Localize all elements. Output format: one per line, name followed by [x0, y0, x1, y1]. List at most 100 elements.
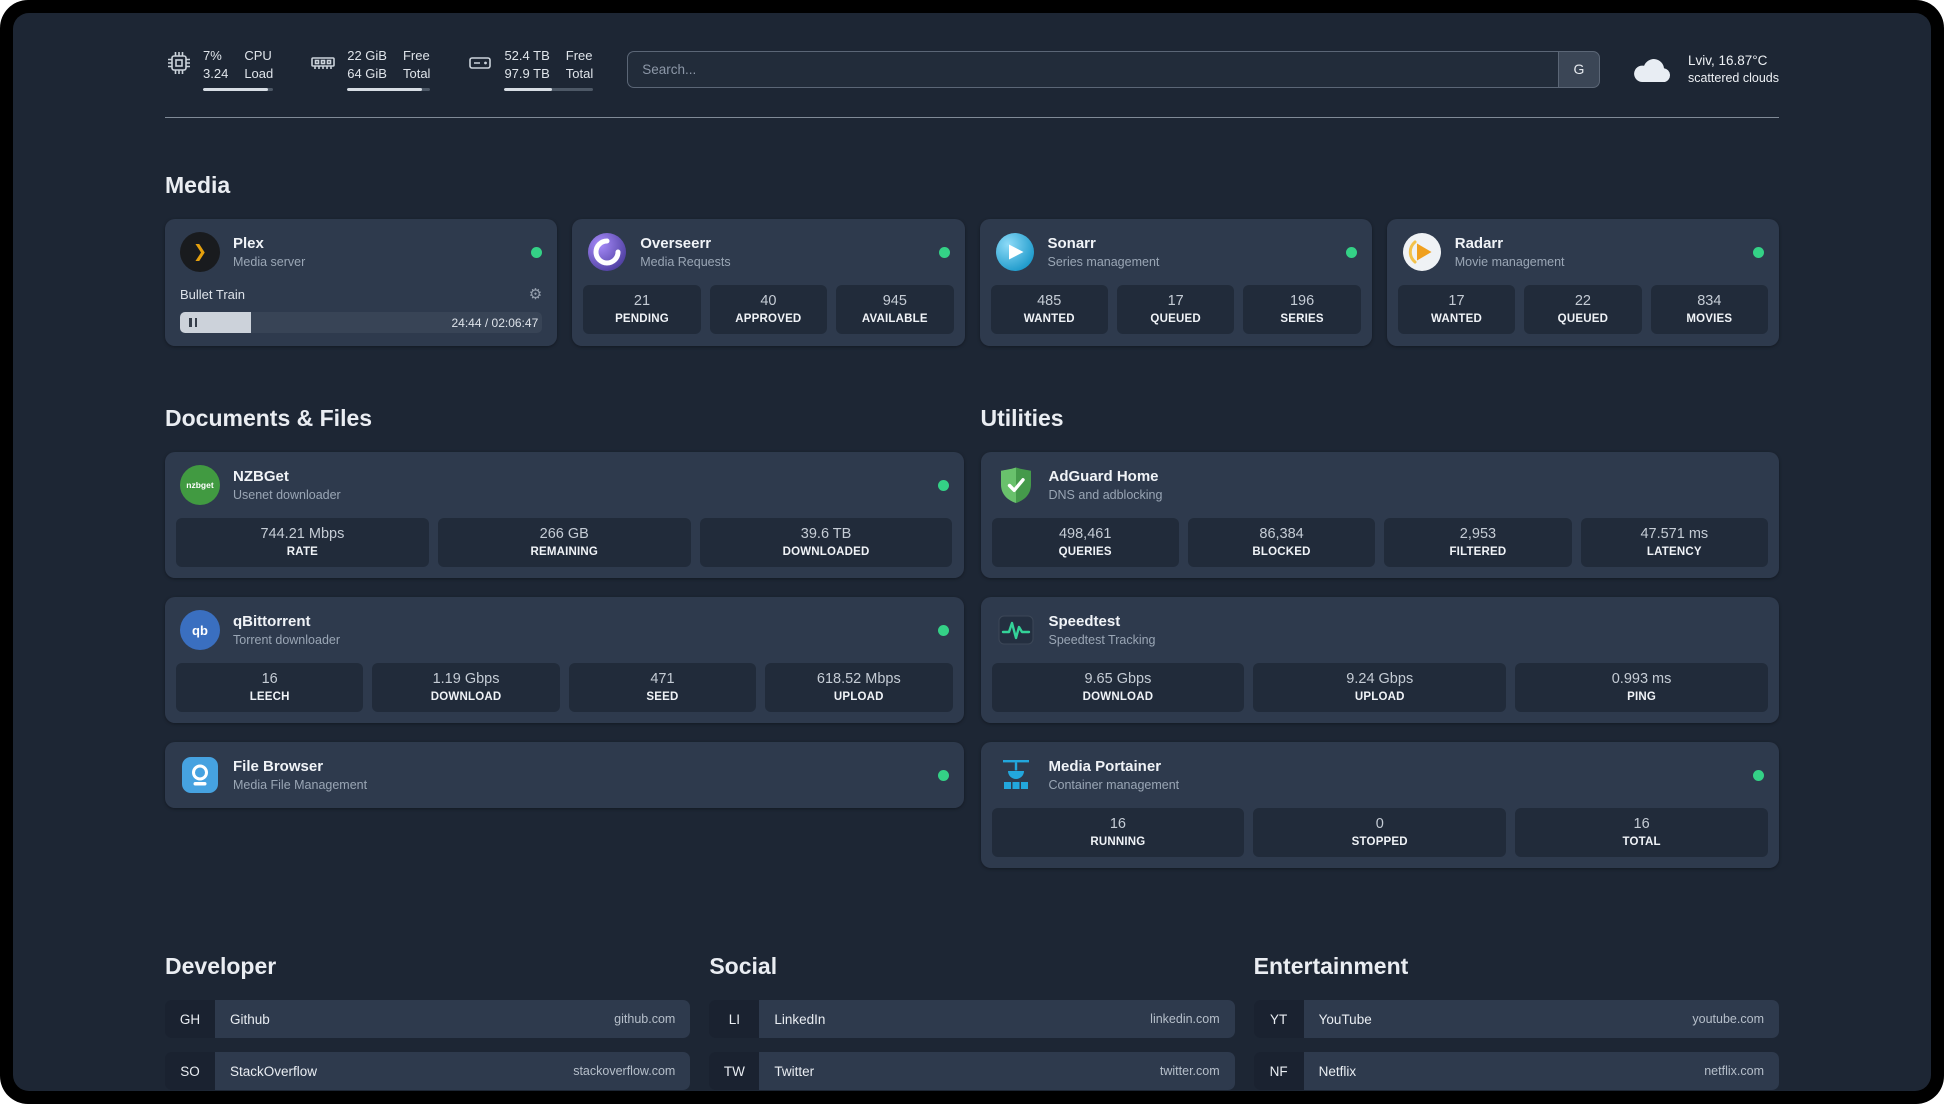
bookmark-abbr: LI [709, 1000, 760, 1039]
stat-label: QUERIES [1058, 546, 1112, 559]
stat-block: 1.19 Gbps DOWNLOAD [372, 663, 560, 713]
weather-location-temp: Lviv, 16.87°C [1687, 53, 1768, 69]
nzbget-icon-label: nzbget [186, 480, 214, 491]
stat-block: 196 SERIES [1243, 285, 1361, 335]
stat-block: 471 SEED [568, 663, 757, 713]
stat-value: 618.52 Mbps [816, 671, 901, 688]
stat-label: PENDING [615, 313, 669, 326]
playback-progress-track: 24:44 / 02:06:47 [180, 312, 543, 334]
stat-block: 945 AVAILABLE [836, 285, 954, 335]
stat-value: 196 [1289, 293, 1315, 310]
weather-widget: Lviv, 16.87°C scattered clouds [1630, 53, 1779, 86]
service-card-filebrowser[interactable]: File Browser Media File Management [165, 742, 964, 809]
service-card-plex[interactable]: ❯ Plex Media server Bullet Train ⚙ 24:44… [165, 219, 558, 347]
stat-block: 39.6 TB DOWNLOADED [699, 518, 953, 568]
memory-total-value: 64 GiB [347, 66, 387, 82]
stat-label: REMAINING [530, 546, 599, 559]
stat-block: 47.571 ms LATENCY [1580, 518, 1768, 568]
radarr-icon [1402, 232, 1442, 272]
stat-block: 16 LEECH [176, 663, 364, 713]
qbittorrent-icon-label: qb [192, 622, 208, 638]
service-card-qbittorrent[interactable]: qb qBittorrent Torrent downloader 16 LEE… [165, 597, 964, 724]
bookmark-group-title: Social [709, 953, 778, 980]
pause-icon[interactable] [189, 318, 197, 328]
service-card-radarr[interactable]: Radarr Movie management 17 WANTED 22 QUE… [1386, 219, 1779, 347]
stat-label: DOWNLOAD [430, 691, 502, 704]
stat-value: 21 [633, 293, 651, 310]
bookmark-group-title: Entertainment [1253, 953, 1409, 980]
stat-label: SERIES [1280, 313, 1324, 326]
search-provider-button[interactable]: G [1557, 50, 1600, 88]
service-card-portainer[interactable]: Media Portainer Container management 16 … [980, 742, 1779, 869]
stat-label: WANTED [1023, 313, 1075, 326]
service-name: NZBGet [233, 468, 289, 486]
stat-block: 618.52 Mbps UPLOAD [765, 663, 953, 713]
disk-free-label: Free [565, 48, 593, 63]
status-dot-online [937, 769, 949, 781]
bookmark-abbr: NF [1253, 1052, 1304, 1091]
stat-block: 9.65 Gbps DOWNLOAD [991, 663, 1245, 713]
resource-widgets: 7% 3.24 CPU Load 22 GiB 64 GiB Free Tota… [165, 47, 594, 92]
service-name: Media Portainer [1048, 758, 1162, 776]
stat-label: MOVIES [1686, 313, 1733, 326]
stat-block: 16 TOTAL [1515, 808, 1768, 858]
stat-block: 0.993 ms PING [1515, 663, 1768, 713]
stat-label: LATENCY [1646, 546, 1702, 559]
stat-label: SEED [646, 691, 679, 704]
bookmarks-section: Developer GH Github github.com SO StackO… [165, 953, 1779, 1091]
bookmark-abbr: YT [1253, 1000, 1304, 1039]
filebrowser-icon [180, 755, 220, 795]
service-name: Plex [233, 235, 264, 253]
bookmark-linkedin[interactable]: LI LinkedIn linkedin.com [709, 1000, 1235, 1039]
stat-value: 2,953 [1459, 526, 1497, 543]
stat-label: QUEUED [1557, 313, 1609, 326]
nzbget-icon: nzbget [180, 465, 220, 506]
stat-value: 47.571 ms [1640, 526, 1709, 543]
cpu-progress-bar [203, 88, 274, 92]
cpu-load-value: 3.24 [203, 66, 229, 82]
memory-icon [309, 49, 337, 77]
topbar-divider [165, 117, 1779, 119]
service-desc: Speedtest Tracking [1048, 633, 1156, 648]
search-bar: G [627, 50, 1600, 88]
service-desc: Container management [1048, 778, 1180, 793]
stat-value: 22 [1574, 293, 1591, 310]
gear-icon[interactable]: ⚙ [529, 285, 542, 303]
stat-value: 16 [1109, 816, 1126, 833]
stat-block: 16 RUNNING [991, 808, 1245, 858]
stat-block: 22 QUEUED [1524, 285, 1642, 335]
bookmark-stackoverflow[interactable]: SO StackOverflow stackoverflow.com [165, 1052, 691, 1091]
playback-progress-fill [180, 312, 251, 334]
plex-chevron-glyph: ❯ [192, 242, 208, 262]
service-name: Overseerr [640, 235, 712, 253]
bookmark-url: youtube.com [1692, 1012, 1764, 1027]
bookmark-youtube[interactable]: YT YouTube youtube.com [1253, 1000, 1779, 1039]
service-card-adguard[interactable]: AdGuard Home DNS and adblocking 498,461 … [980, 452, 1779, 579]
bookmark-url: stackoverflow.com [573, 1064, 676, 1079]
plex-icon: ❯ [180, 232, 220, 273]
stat-value: 9.65 Gbps [1084, 671, 1152, 688]
bookmark-twitter[interactable]: TW Twitter twitter.com [709, 1052, 1235, 1091]
status-dot-online [1753, 769, 1764, 781]
service-card-overseerr[interactable]: Overseerr Media Requests 21 PENDING 40 A… [572, 219, 965, 347]
disk-total-value: 97.9 TB [504, 66, 550, 82]
service-card-nzbget[interactable]: nzbget NZBGet Usenet downloader 744.21 M… [165, 452, 964, 579]
stat-label: TOTAL [1622, 836, 1661, 849]
bookmark-abbr: SO [165, 1052, 215, 1091]
bookmark-url: github.com [614, 1012, 676, 1027]
bookmark-url: linkedin.com [1150, 1012, 1220, 1027]
service-card-sonarr[interactable]: Sonarr Series management 485 WANTED 17 Q… [979, 219, 1372, 347]
bookmark-github[interactable]: GH Github github.com [165, 1000, 691, 1039]
stat-block: 21 PENDING [583, 285, 701, 335]
stat-value: 266 GB [539, 526, 589, 543]
dashboard: 7% 3.24 CPU Load 22 GiB 64 GiB Free Tota… [13, 13, 1931, 1091]
stat-value: 9.24 Gbps [1346, 671, 1414, 688]
stat-block: 834 MOVIES [1650, 285, 1769, 335]
stat-value: 17 [1448, 293, 1465, 310]
search-input[interactable] [627, 50, 1558, 88]
stat-block: 744.21 Mbps RATE [176, 518, 429, 568]
bookmark-netflix[interactable]: NF Netflix netflix.com [1253, 1052, 1779, 1091]
resource-memory: 22 GiB 64 GiB Free Total [309, 47, 431, 92]
resource-disk: 52.4 TB 97.9 TB Free Total [466, 47, 594, 92]
service-card-speedtest[interactable]: Speedtest Speedtest Tracking 9.65 Gbps D… [980, 597, 1779, 724]
